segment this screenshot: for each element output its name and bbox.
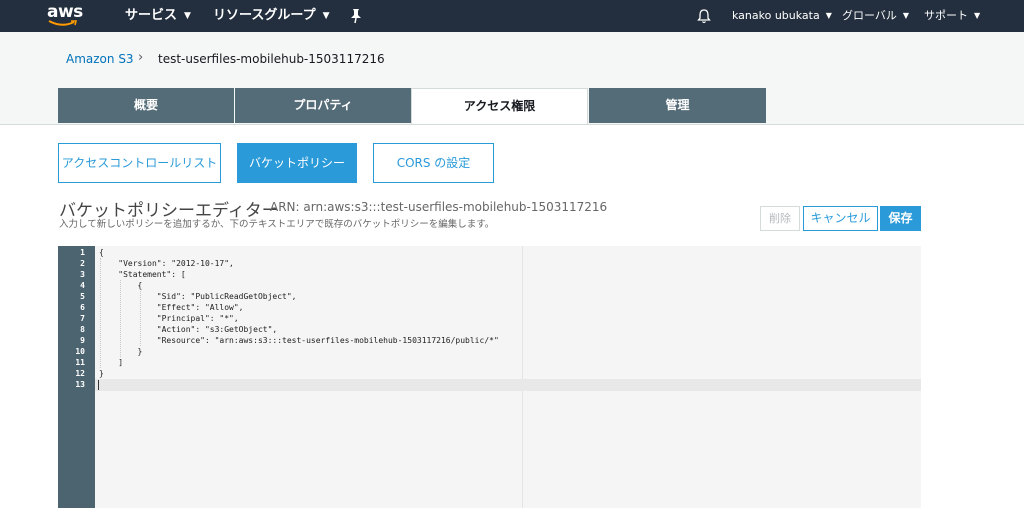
subtab-bucket-policy[interactable]: バケットポリシー xyxy=(237,143,357,183)
bell-icon[interactable] xyxy=(696,8,712,24)
code-line: "Version": "2012-10-17", xyxy=(99,259,234,268)
top-navigation-bar: aws サービス ▼ リソースグループ ▼ kanako ubukata ▼ グローバ… xyxy=(0,0,1024,32)
chevron-down-icon: ▼ xyxy=(322,11,330,21)
active-line-highlight xyxy=(95,379,921,391)
print-margin xyxy=(522,246,523,508)
tab-overview[interactable]: 概要 xyxy=(58,88,234,123)
support-menu[interactable]: サポート ▼ xyxy=(924,0,980,32)
code-line: "Action": "s3:GetObject", xyxy=(99,325,278,334)
code-line: "Principal": "*", xyxy=(99,314,239,323)
line-number: 2 xyxy=(80,259,85,268)
line-number-gutter: 1 2 3 4 5 6 7 8 9 10 11 12 13 xyxy=(58,246,95,508)
chevron-down-icon: ▼ xyxy=(184,11,191,21)
line-number: 8 xyxy=(80,325,85,334)
line-number: 3 xyxy=(80,270,85,279)
line-number: 9 xyxy=(80,336,85,345)
line-number: 1 xyxy=(80,248,85,257)
text-cursor xyxy=(98,380,99,390)
subtab-access-control-list[interactable]: アクセスコントロールリスト xyxy=(58,143,221,183)
tab-management[interactable]: 管理 xyxy=(589,88,766,123)
support-label: サポート xyxy=(924,9,968,22)
aws-logo-text: aws xyxy=(47,2,83,22)
user-menu[interactable]: kanako ubukata ▼ xyxy=(732,0,832,32)
line-number: 10 xyxy=(75,347,85,356)
chevron-down-icon: ▼ xyxy=(902,11,910,20)
tab-properties[interactable]: プロパティ xyxy=(235,88,411,123)
chevron-down-icon: ▼ xyxy=(825,11,832,20)
delete-button[interactable]: 削除 xyxy=(760,206,800,231)
code-line: { xyxy=(99,281,143,290)
services-menu[interactable]: サービス ▼ xyxy=(125,0,191,32)
code-line: } xyxy=(99,347,143,356)
policy-code-editor[interactable]: 1 2 3 4 5 6 7 8 9 10 11 12 13 { "Version… xyxy=(58,246,921,508)
line-number: 7 xyxy=(80,314,85,323)
tab-permissions[interactable]: アクセス権限 xyxy=(411,88,588,124)
line-number: 12 xyxy=(75,369,85,378)
code-line: "Statement": [ xyxy=(99,270,186,279)
cancel-button[interactable]: キャンセル xyxy=(803,206,878,231)
chevron-down-icon: ▼ xyxy=(974,11,981,20)
breadcrumb-current: test-userfiles-mobilehub-1503117216 xyxy=(158,52,385,66)
user-name: kanako ubukata xyxy=(732,9,820,22)
region-menu[interactable]: グローバル ▼ xyxy=(842,0,909,32)
code-line: } xyxy=(99,369,104,378)
line-number: 13 xyxy=(75,380,85,389)
line-number: 5 xyxy=(80,292,85,301)
pin-icon[interactable] xyxy=(349,8,363,24)
resource-groups-menu[interactable]: リソースグループ ▼ xyxy=(213,0,330,32)
breadcrumb-separator: › xyxy=(138,50,144,65)
region-label: グローバル xyxy=(842,9,897,22)
save-button[interactable]: 保存 xyxy=(880,206,921,231)
code-line: "Effect": "Allow", xyxy=(99,303,244,312)
bucket-arn: ARN: arn:aws:s3:::test-userfiles-mobileh… xyxy=(270,200,608,214)
line-number: 6 xyxy=(80,303,85,312)
line-number: 4 xyxy=(80,281,85,290)
resource-groups-menu-label: リソースグループ xyxy=(213,8,316,23)
services-menu-label: サービス xyxy=(125,8,178,23)
code-line: "Resource": "arn:aws:s3:::test-userfiles… xyxy=(99,336,499,345)
editor-description: 入力して新しいポリシーを追加するか、下のテキストエリアで既存のバケットポリシーを… xyxy=(59,219,495,230)
breadcrumb-root-link[interactable]: Amazon S3 xyxy=(66,52,134,66)
code-line: ] xyxy=(99,358,124,367)
code-line: "Sid": "PublicReadGetObject", xyxy=(99,292,297,301)
aws-logo[interactable]: aws xyxy=(47,2,83,29)
aws-smile-icon xyxy=(48,20,78,26)
subtab-cors-configuration[interactable]: CORS の設定 xyxy=(373,143,494,183)
line-number: 11 xyxy=(75,358,85,367)
code-line: { xyxy=(99,248,104,257)
